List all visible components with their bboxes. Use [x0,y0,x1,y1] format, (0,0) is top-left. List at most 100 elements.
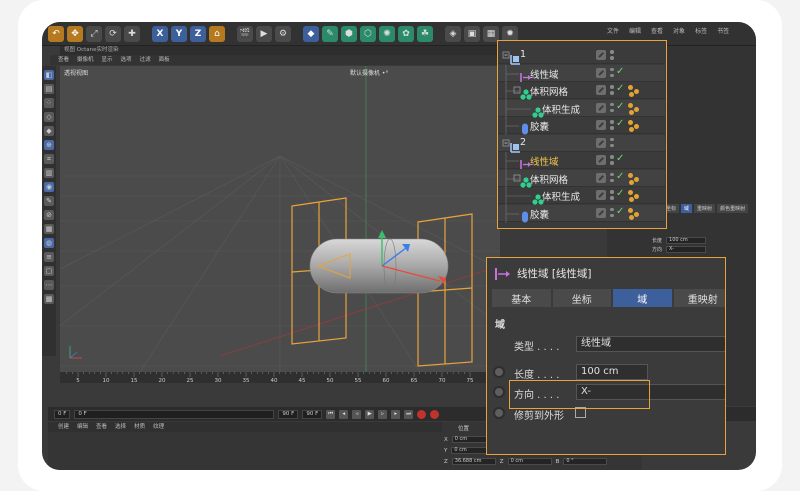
object-row[interactable]: 体积网格 ✓ [498,169,665,188]
object-name[interactable]: 体积网格 [530,172,568,186]
mini-dir-field[interactable]: X- [666,246,707,253]
viewport-camera[interactable]: 默认摄像机 •° [350,68,388,77]
mat-menu-create[interactable]: 创建 [58,422,69,432]
render-view-icon[interactable]: 🎬 [237,25,253,42]
layer-icon[interactable] [596,50,606,60]
mini-length-field[interactable]: 100 cm [666,237,707,244]
object-row[interactable]: 线性域 ✓ [498,152,665,170]
mini-tab-remap[interactable]: 重映射 [694,204,716,213]
workplane-icon[interactable]: ▥ [44,168,54,178]
visibility-dots-icon[interactable] [610,137,614,150]
texture-mode-icon[interactable]: ▤ [44,84,54,94]
object-row[interactable]: 体积生成 ✓ [498,187,665,205]
layer-icon[interactable] [596,102,606,113]
render-settings-icon[interactable]: ⚙ [275,25,291,42]
subdivision-icon[interactable]: ⬢ [341,25,357,42]
rot-b-field[interactable]: 0 ° [563,458,608,465]
menu-object[interactable]: 对象 [673,26,685,35]
pos-z-field[interactable]: 36.688 cm [451,458,496,465]
menu-edit[interactable]: 编辑 [629,26,641,35]
scale-icon[interactable]: ⤢ [86,25,102,42]
enabled-check-icon[interactable]: ✓ [616,188,624,199]
axis-x-button[interactable]: X [152,25,168,42]
axis-y-button[interactable]: Y [171,25,187,42]
solo-icon[interactable]: ◍ [44,238,54,248]
object-row[interactable]: 线性域 ✓ [498,64,665,83]
vp-menu-display[interactable]: 显示 [102,55,113,65]
layer-icon[interactable] [596,85,606,95]
object-name[interactable]: 线性域 [530,67,559,81]
render-icon[interactable]: ▶ [256,25,272,42]
tab-coordinates[interactable]: 坐标 [552,289,611,307]
mat-menu-view[interactable]: 查看 [96,422,107,432]
layer-icon[interactable]: ≡ [44,252,54,262]
octane-tag-icon[interactable] [628,207,642,220]
points-mode-icon[interactable]: ⁘ [44,98,54,108]
prev-key-icon[interactable]: ◂ [339,409,349,419]
coordinate-system-icon[interactable]: ⌂ [209,25,225,42]
tab-field[interactable]: 域 [613,289,672,307]
visibility-dots-icon[interactable] [610,154,614,167]
type-dropdown[interactable]: 线性域 [576,336,725,352]
visibility-dots-icon[interactable] [610,49,614,62]
brush-icon[interactable]: ✎ [44,196,54,206]
tweak-icon[interactable]: ⋯ [44,280,54,290]
layer-icon[interactable] [596,120,606,130]
direction-anim-toggle[interactable] [493,386,505,398]
vp-menu-panel[interactable]: 面板 [159,55,170,65]
menu-bookmark[interactable]: 书签 [717,26,729,35]
object-row[interactable]: 胶囊 ✓ [498,117,665,135]
object-row[interactable]: 体积网格 ✓ [498,82,665,100]
sculpt-icon[interactable]: ◉ [44,182,54,192]
object-name[interactable]: 体积生成 [542,102,580,116]
axis-mode-icon[interactable]: ⊕ [44,140,54,150]
mat-menu-select[interactable]: 选择 [115,422,126,432]
enabled-check-icon[interactable]: ✓ [616,153,624,164]
record-icon[interactable] [417,409,427,419]
vp-menu-options[interactable]: 选项 [121,55,132,65]
grid-icon[interactable]: ▦ [44,224,54,234]
lock-icon[interactable]: ⊘ [44,210,54,220]
current-frame-slider[interactable]: 0 F [74,409,275,419]
next-key-icon[interactable]: ▸ [391,409,401,419]
clip-anim-toggle[interactable] [493,407,505,419]
visibility-dots-icon[interactable] [610,102,614,115]
enabled-check-icon[interactable]: ✓ [616,206,624,217]
tab-basic[interactable]: 基本 [492,289,551,307]
object-name[interactable]: 体积网格 [530,84,568,98]
visibility-dots-icon[interactable] [610,119,614,132]
tab-remap[interactable]: 重映射 [673,289,725,307]
octane-tag-icon[interactable] [628,172,642,185]
visibility-dots-icon[interactable] [610,67,614,80]
octane-tag-icon[interactable] [628,190,642,202]
mini-tab-color-remap[interactable]: 颜色重映射 [717,204,749,213]
layer-icon[interactable] [596,190,606,200]
layer-icon[interactable] [596,137,606,148]
next-frame-icon[interactable]: ▹ [378,409,388,419]
object-name[interactable]: 胶囊 [530,207,549,221]
object-row[interactable]: 1 [498,47,665,65]
play-icon[interactable]: ▶ [365,409,375,419]
move-icon[interactable]: ✥ [67,25,83,42]
enabled-check-icon[interactable]: ✓ [616,101,624,112]
visibility-dots-icon[interactable] [610,172,614,185]
length-field[interactable]: 100 cm [576,364,648,380]
volume-icon[interactable]: ☘ [417,25,433,42]
perspective-viewport[interactable]: 透视视图 默认摄像机 •° [60,66,500,372]
start-frame-field[interactable]: 0 F [54,409,71,419]
mat-menu-texture[interactable]: 纹理 [153,422,164,432]
menu-file[interactable]: 文件 [607,26,619,35]
end-frame-field-a[interactable]: 90 F [278,409,299,419]
autokey-icon[interactable] [430,409,440,419]
length-anim-toggle[interactable] [493,366,505,378]
snap-icon[interactable]: ⌗ [44,154,54,164]
octane-tag-icon[interactable] [628,85,642,97]
object-name[interactable]: 体积生成 [542,189,580,203]
visibility-dots-icon[interactable] [610,207,614,220]
recent-tool-icon[interactable]: ✚ [124,25,140,42]
camera-icon[interactable]: ▣ [464,25,480,42]
prev-frame-icon[interactable]: ◃ [352,409,362,419]
enabled-check-icon[interactable]: ✓ [616,118,624,129]
vp-menu-filter[interactable]: 过滤 [140,55,151,65]
layer-icon[interactable] [596,155,606,165]
